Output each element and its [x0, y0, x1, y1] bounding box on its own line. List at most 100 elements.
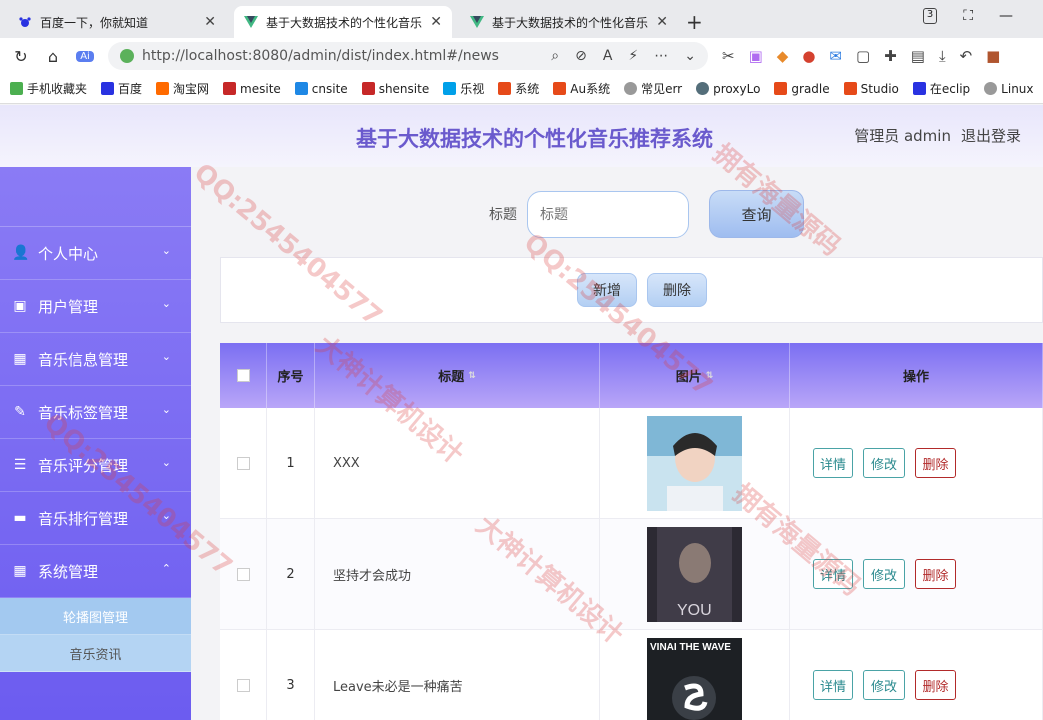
site-icon	[774, 82, 788, 95]
zoom-icon[interactable]: ⌕	[551, 48, 559, 64]
bookmark-item[interactable]: 乐视	[443, 80, 484, 97]
briefcase-icon[interactable]: ■	[986, 47, 1000, 65]
logout-link[interactable]: 退出登录	[961, 125, 1021, 146]
undo-icon[interactable]: ↶	[960, 47, 973, 65]
bookmark-item[interactable]: 常见err	[624, 80, 682, 97]
close-tab-icon[interactable]: ✕	[430, 14, 442, 30]
delete-row-button[interactable]: 删除	[915, 559, 956, 589]
flash-icon[interactable]: ⚡	[628, 48, 638, 64]
album-cover-vinai: VINAI THE WAVE	[647, 637, 742, 720]
sidebar-item-label: 系统管理	[38, 562, 99, 581]
edit-button[interactable]: 修改	[863, 670, 905, 700]
sidebar-icon[interactable]: ▤	[911, 47, 925, 65]
sidebar-item-label: 用户管理	[38, 297, 99, 316]
row-checkbox[interactable]	[236, 456, 250, 470]
shirt-icon[interactable]: ⛶	[963, 8, 973, 24]
chevron-down-icon: ⌄	[161, 350, 171, 363]
site-icon	[498, 82, 512, 95]
table-row: 2 坚持才会成功 YOU 详情 修改 删除	[220, 519, 1043, 630]
detail-button[interactable]: 详情	[813, 559, 853, 589]
block-icon[interactable]: ⊘	[575, 48, 587, 64]
table-row: 1 XXX 详情 修改 删除	[220, 408, 1043, 519]
proxy-icon	[696, 82, 710, 95]
submenu-item-music-news[interactable]: 音乐资讯	[0, 635, 191, 672]
scissors-icon[interactable]: ✂	[722, 47, 735, 65]
chevron-down-icon[interactable]: ⌄	[684, 48, 696, 64]
tab-title: 基于大数据技术的个性化音乐	[266, 15, 423, 30]
browser-tab-music-active[interactable]: 基于大数据技术的个性化音乐 ✕	[234, 6, 452, 38]
close-tab-icon[interactable]: ✕	[204, 14, 216, 30]
sidebar-item-system[interactable]: ▦ 系统管理 ⌃	[0, 545, 191, 598]
bookmark-item[interactable]: Studio	[843, 82, 899, 96]
select-all-checkbox[interactable]	[220, 343, 267, 408]
bookmark-item[interactable]: Linux	[984, 82, 1034, 96]
bookmark-item[interactable]: Au系统	[553, 80, 610, 97]
sidebar-item-label: 音乐标签管理	[38, 403, 129, 422]
url-field[interactable]: http://localhost:8080/admin/dist/index.h…	[108, 42, 708, 70]
extensions-icon[interactable]: ✚	[884, 47, 897, 65]
search-row: 标题 查询	[489, 190, 804, 238]
url-text[interactable]: http://localhost:8080/admin/dist/index.h…	[142, 48, 543, 64]
chevron-down-icon: ⌄	[161, 456, 171, 469]
puzzle-game-icon[interactable]: ◆	[777, 47, 789, 65]
delete-row-button[interactable]: 删除	[915, 448, 956, 478]
column-index: 序号	[267, 343, 315, 408]
minimize-icon[interactable]: —	[999, 8, 1013, 24]
sidebar-item-music-info[interactable]: ▦ 音乐信息管理 ⌄	[0, 333, 191, 386]
home-icon[interactable]: ⌂	[44, 47, 62, 66]
search-input[interactable]	[527, 190, 689, 238]
row-checkbox[interactable]	[236, 567, 250, 581]
user-icon: 👤	[12, 245, 30, 261]
translate-icon[interactable]: A	[603, 48, 613, 64]
bookmark-item[interactable]: cnsite	[294, 82, 348, 96]
window-controls: 3 ⛶ —	[922, 0, 1043, 24]
delete-button[interactable]: 删除	[647, 273, 707, 307]
bookmark-item[interactable]: gradle	[774, 82, 830, 96]
bookmark-item[interactable]: 在eclip	[912, 80, 970, 97]
weibo-icon[interactable]: ●	[802, 47, 815, 65]
sidebar-item-music-ratings[interactable]: ☰ 音乐评分管理 ⌄	[0, 439, 191, 492]
close-tab-icon[interactable]: ✕	[656, 14, 668, 30]
tab-count-badge[interactable]: 3	[922, 8, 938, 24]
sidebar-item-music-ranking[interactable]: ▬ 音乐排行管理 ⌄	[0, 492, 191, 545]
ai-icon[interactable]: Ai	[76, 50, 94, 62]
page-title: 基于大数据技术的个性化音乐推荐系统	[356, 127, 713, 151]
bookmark-item[interactable]: 淘宝网	[156, 80, 209, 97]
sort-icon[interactable]: ⇅	[468, 371, 476, 381]
bookmark-item[interactable]: shensite	[361, 82, 429, 96]
sort-icon[interactable]: ⇅	[706, 371, 714, 381]
bookmark-item[interactable]: 百度	[101, 80, 142, 97]
browser-tab-music[interactable]: 基于大数据技术的个性化音乐 ✕	[460, 6, 678, 38]
bookmark-item[interactable]: 系统	[498, 80, 539, 97]
box-icon[interactable]: ▢	[856, 47, 870, 65]
sidebar-item-music-tags[interactable]: ✎ 音乐标签管理 ⌄	[0, 386, 191, 439]
site-icon	[294, 82, 308, 95]
translate-ext-icon[interactable]: ▣	[749, 47, 763, 65]
column-image[interactable]: 图片 ⇅	[600, 343, 790, 408]
bookmark-item[interactable]: mesite	[223, 82, 281, 96]
bookmark-item[interactable]: 手机收藏夹	[10, 80, 87, 97]
bookmark-item[interactable]: proxyLo	[696, 82, 760, 96]
edit-button[interactable]: 修改	[863, 559, 905, 589]
query-button[interactable]: 查询	[709, 190, 804, 238]
sidebar-item-personal-center[interactable]: 👤 个人中心 ⌄	[0, 227, 191, 280]
edit-button[interactable]: 修改	[863, 448, 905, 478]
grid-icon: ▦	[13, 563, 27, 579]
column-actions: 操作	[790, 343, 1043, 408]
sidebar-item-user-management[interactable]: ▣ 用户管理 ⌄	[0, 280, 191, 333]
add-button[interactable]: 新增	[577, 273, 637, 307]
detail-button[interactable]: 详情	[813, 448, 853, 478]
submenu-item-carousel[interactable]: 轮播图管理	[0, 598, 191, 635]
mail-icon[interactable]: ✉	[829, 47, 842, 65]
more-icon[interactable]: ⋯	[654, 48, 668, 64]
detail-button[interactable]: 详情	[813, 670, 853, 700]
vue-logo-icon	[244, 15, 258, 29]
checkbox[interactable]	[236, 369, 250, 382]
new-tab-button[interactable]: +	[686, 10, 703, 34]
row-checkbox[interactable]	[236, 678, 250, 692]
download-icon[interactable]: ⤓	[939, 47, 946, 65]
reload-icon[interactable]: ↻	[12, 47, 30, 66]
delete-row-button[interactable]: 删除	[915, 670, 956, 700]
browser-tab-baidu[interactable]: 百度一下，你就知道 ✕	[8, 6, 226, 38]
column-title[interactable]: 标题 ⇅	[315, 343, 600, 408]
